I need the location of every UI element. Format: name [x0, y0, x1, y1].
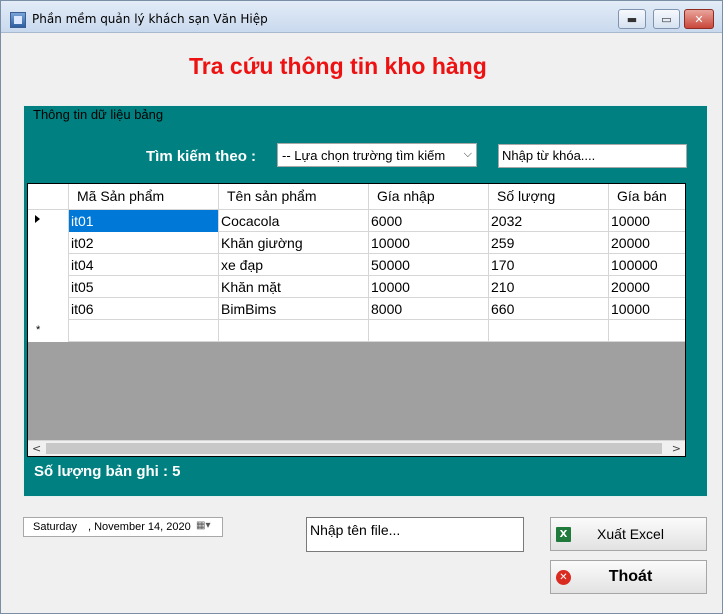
- scroll-right-icon[interactable]: >: [672, 442, 681, 455]
- date-value[interactable]: , November 14, 2020: [88, 521, 191, 533]
- cell-sale-price[interactable]: 20000: [609, 232, 685, 254]
- cell-quantity[interactable]: [489, 320, 609, 342]
- date-picker[interactable]: Saturday , November 14, 2020 ▦▾: [23, 517, 223, 537]
- row-header[interactable]: [28, 298, 69, 320]
- maximize-button[interactable]: ▭: [653, 9, 680, 29]
- window-title: Phần mềm quản lý khách sạn Văn Hiệp: [32, 12, 268, 26]
- chevron-down-icon[interactable]: ⌵: [464, 147, 472, 161]
- scroll-left-icon[interactable]: <: [32, 442, 41, 455]
- cell-quantity[interactable]: 660: [489, 298, 609, 320]
- cell-purchase-price[interactable]: [369, 320, 489, 342]
- page-title: Tra cứu thông tin kho hàng: [189, 53, 487, 79]
- app-icon: [10, 12, 26, 28]
- row-header-corner: [28, 184, 69, 210]
- maximize-icon: ▭: [661, 12, 672, 26]
- cell-purchase-price[interactable]: 10000: [369, 232, 489, 254]
- close-button[interactable]: ✕: [684, 9, 714, 29]
- record-count: Số lượng bản ghi : 5: [34, 463, 181, 480]
- title-bar[interactable]: Phần mềm quản lý khách sạn Văn Hiệp ▬ ▭ …: [1, 1, 722, 33]
- row-header[interactable]: *: [28, 320, 69, 342]
- exit-label: Thoát: [608, 568, 653, 585]
- current-row-arrow-icon: [35, 215, 40, 223]
- cell-product-name[interactable]: Khăn mặt: [219, 276, 369, 298]
- row-header[interactable]: [28, 254, 69, 276]
- row-header[interactable]: [28, 210, 69, 232]
- grid-header: Mã Sản phẩm Tên sản phẩm Gía nhập Số lượ…: [28, 184, 685, 210]
- export-excel-label: Xuất Excel: [597, 526, 664, 542]
- row-header[interactable]: [28, 276, 69, 298]
- cell-product-name[interactable]: [219, 320, 369, 342]
- column-header-purchase-price[interactable]: Gía nhập: [369, 184, 489, 210]
- cell-product-name[interactable]: Cocacola: [219, 210, 369, 232]
- cell-quantity[interactable]: 170: [489, 254, 609, 276]
- cell-product-code[interactable]: [69, 320, 219, 342]
- cell-product-name[interactable]: BimBims: [219, 298, 369, 320]
- cell-sale-price[interactable]: 20000: [609, 276, 685, 298]
- cell-sale-price[interactable]: 100000: [609, 254, 685, 276]
- product-grid[interactable]: Mã Sản phẩm Tên sản phẩm Gía nhập Số lượ…: [27, 183, 686, 457]
- cell-product-code[interactable]: it02: [69, 232, 219, 254]
- new-row[interactable]: *: [28, 320, 685, 342]
- table-row[interactable]: it04 xe đạp 50000 170 100000: [28, 254, 685, 276]
- scrollbar-thumb[interactable]: [46, 443, 662, 454]
- cell-quantity[interactable]: 210: [489, 276, 609, 298]
- horizontal-scrollbar[interactable]: < >: [28, 440, 685, 456]
- cell-product-code[interactable]: it04: [69, 254, 219, 276]
- search-field-select[interactable]: -- Lựa chọn trường tìm kiếm ⌵: [277, 143, 477, 167]
- keyword-input[interactable]: Nhập từ khóa....: [498, 144, 687, 168]
- cell-sale-price[interactable]: 10000: [609, 298, 685, 320]
- cell-product-name[interactable]: Khăn giường: [219, 232, 369, 254]
- cell-purchase-price[interactable]: 10000: [369, 276, 489, 298]
- cell-quantity[interactable]: 259: [489, 232, 609, 254]
- cell-product-code[interactable]: it06: [69, 298, 219, 320]
- date-day[interactable]: Saturday: [33, 521, 77, 533]
- export-excel-button[interactable]: X Xuất Excel: [550, 517, 707, 551]
- cell-purchase-price[interactable]: 6000: [369, 210, 489, 232]
- cell-purchase-price[interactable]: 50000: [369, 254, 489, 276]
- cell-sale-price[interactable]: 10000: [609, 210, 685, 232]
- table-row[interactable]: it05 Khăn mặt 10000 210 20000: [28, 276, 685, 298]
- column-header-product-name[interactable]: Tên sản phẩm: [219, 184, 369, 210]
- cell-product-code[interactable]: it05: [69, 276, 219, 298]
- table-row[interactable]: it01 Cocacola 6000 2032 10000: [28, 210, 685, 232]
- exit-button[interactable]: ✕ Thoát: [550, 560, 707, 594]
- search-field-value: -- Lựa chọn trường tìm kiếm: [282, 148, 446, 163]
- cell-product-name[interactable]: xe đạp: [219, 254, 369, 276]
- main-window: Phần mềm quản lý khách sạn Văn Hiệp ▬ ▭ …: [0, 0, 723, 614]
- cell-sale-price[interactable]: [609, 320, 685, 342]
- cell-quantity[interactable]: 2032: [489, 210, 609, 232]
- search-label: Tìm kiếm theo :: [146, 148, 257, 165]
- table-row[interactable]: it06 BimBims 8000 660 10000: [28, 298, 685, 320]
- table-row[interactable]: it02 Khăn giường 10000 259 20000: [28, 232, 685, 254]
- row-header[interactable]: [28, 232, 69, 254]
- minimize-button[interactable]: ▬: [618, 9, 646, 29]
- column-header-product-code[interactable]: Mã Sản phẩm: [69, 184, 219, 210]
- minimize-icon: ▬: [626, 12, 638, 26]
- close-icon: ✕: [694, 12, 704, 26]
- new-row-icon: *: [36, 324, 41, 336]
- filename-input[interactable]: Nhập tên file...: [306, 517, 524, 552]
- cell-purchase-price[interactable]: 8000: [369, 298, 489, 320]
- group-title: Thông tin dữ liệu bảng: [31, 107, 166, 122]
- column-header-sale-price[interactable]: Gía bán: [609, 184, 685, 210]
- calendar-dropdown-icon[interactable]: ▦▾: [196, 520, 218, 534]
- cell-product-code[interactable]: it01: [69, 210, 219, 232]
- column-header-quantity[interactable]: Số lượng: [489, 184, 609, 210]
